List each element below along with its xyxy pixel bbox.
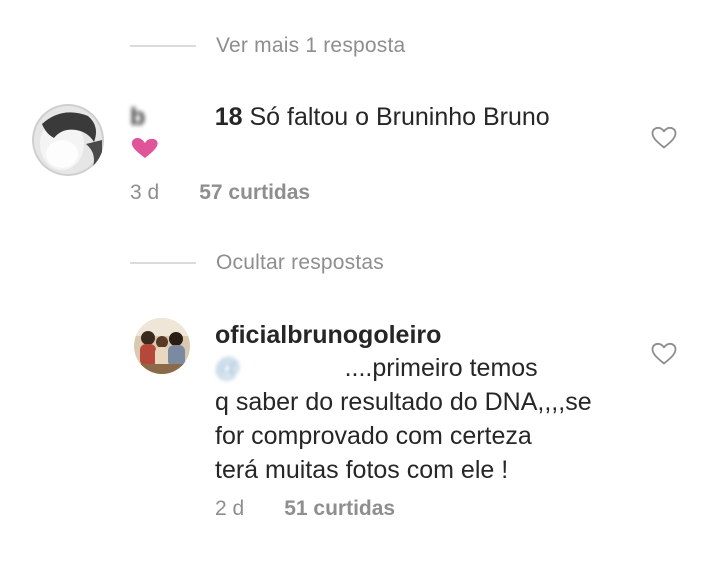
comment-text-line: for comprovado com certeza [215, 422, 532, 450]
comment-username-suffix[interactable]: 18 [215, 103, 243, 131]
divider-line [130, 262, 196, 264]
comment-timestamp: 2 d [215, 497, 245, 520]
hide-replies-label[interactable]: Ocultar respostas [216, 251, 384, 275]
view-more-replies-label[interactable]: Ver mais 1 resposta [216, 34, 405, 58]
comment-meta: 2 d 51 curtidas [215, 497, 395, 521]
comment-likes-count[interactable]: 57 curtidas [199, 181, 310, 205]
comment-body: b 18 Só faltou o Bruninho Bruno [130, 100, 650, 169]
like-heart-icon[interactable] [651, 342, 677, 366]
comment-text-line: terá muitas fotos com ele ! [215, 456, 509, 484]
heart-emoji-icon [130, 135, 160, 169]
divider-line [130, 45, 196, 47]
avatar[interactable] [134, 318, 190, 374]
like-heart-icon[interactable] [651, 126, 677, 150]
comment-text: Só faltou o Bruninho Bruno [242, 103, 550, 131]
comment-meta: 3 d 57 curtidas [130, 181, 310, 205]
comment-mention-obscured[interactable]: @ [215, 351, 338, 385]
comment-username-obscured[interactable]: b [130, 100, 215, 134]
comment-text-line: q saber do resultado do DNA,,,,se [215, 388, 592, 416]
avatar[interactable] [32, 104, 104, 176]
comment-likes-count[interactable]: 51 curtidas [284, 497, 395, 521]
comment-text-line: ....primeiro temos [337, 354, 538, 382]
comment-body: oficialbrunogoleiro [215, 318, 635, 352]
hide-replies[interactable]: Ocultar respostas [130, 251, 384, 275]
comment-username[interactable]: oficialbrunogoleiro [215, 321, 441, 349]
comment-text-block: @ ....primeiro temos q saber do resultad… [215, 351, 635, 487]
comment-timestamp: 3 d [130, 181, 160, 204]
view-more-replies[interactable]: Ver mais 1 resposta [130, 34, 405, 58]
